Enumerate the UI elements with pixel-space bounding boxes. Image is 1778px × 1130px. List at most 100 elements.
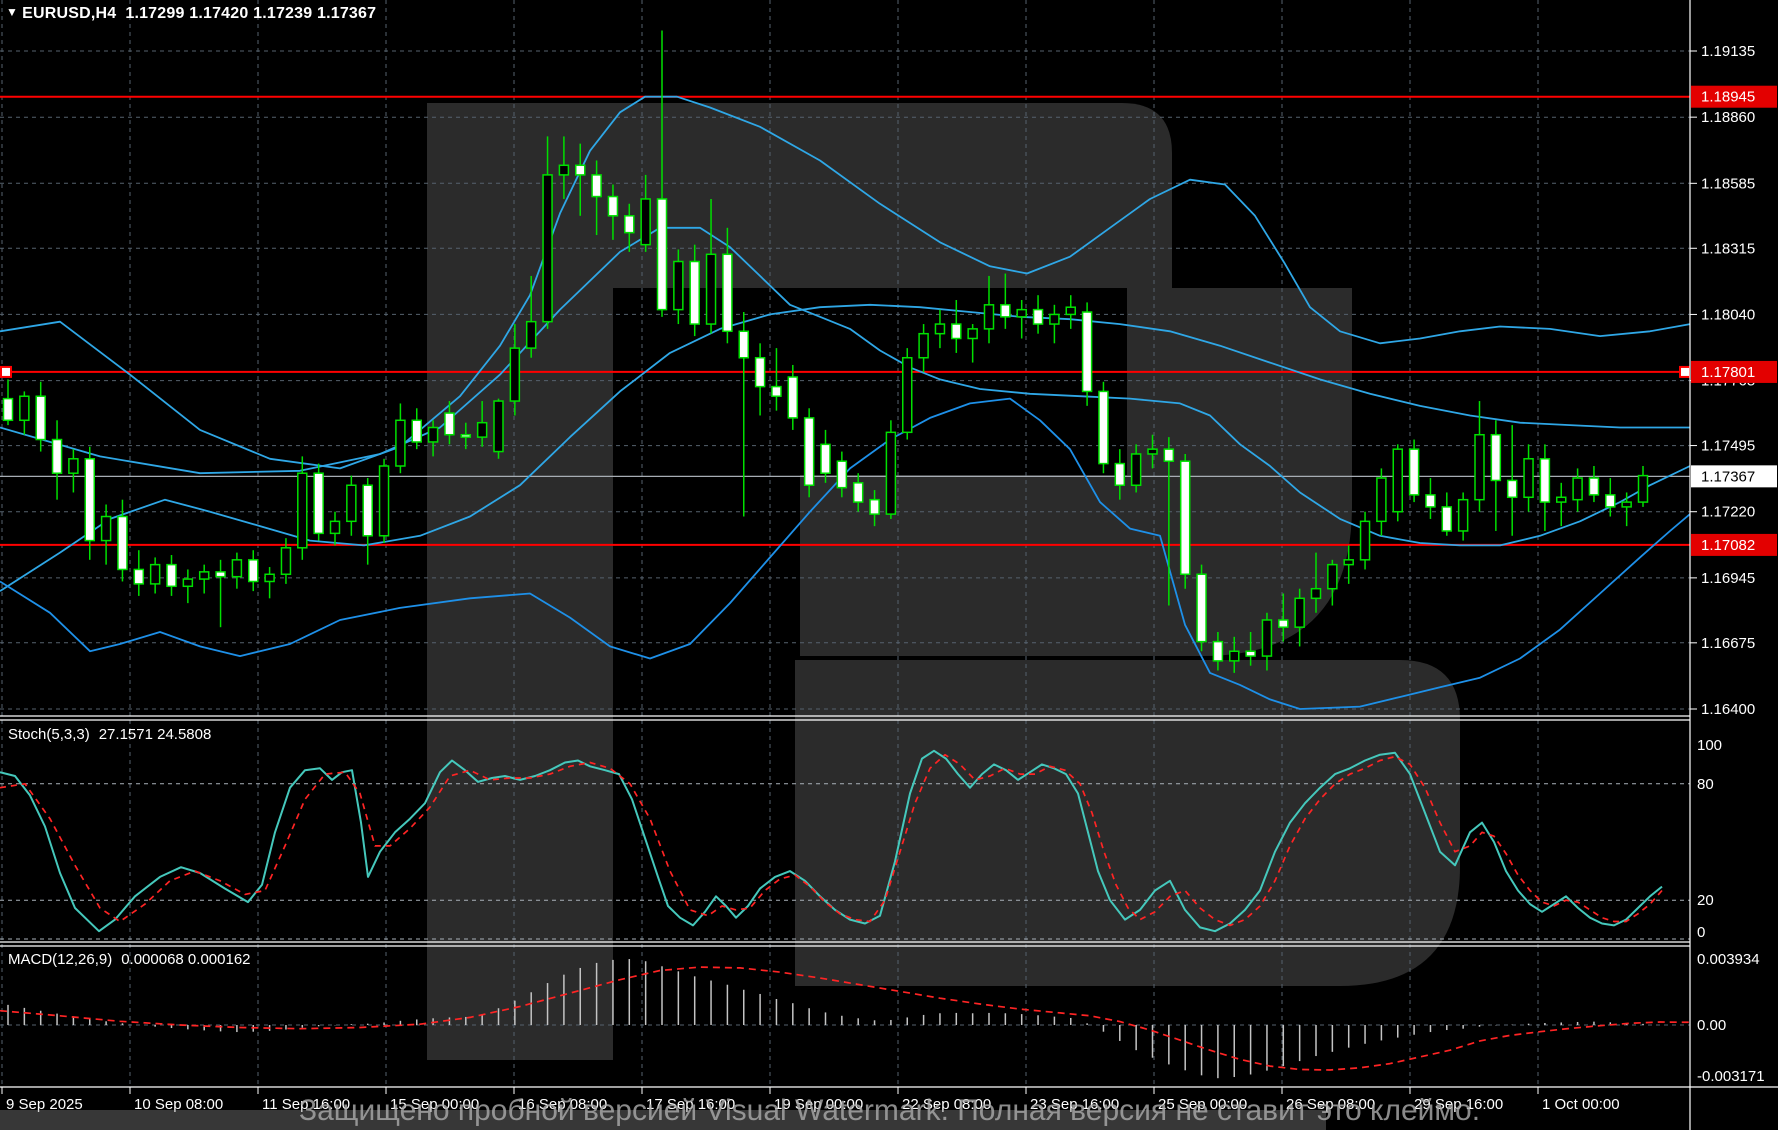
candle-body (1361, 521, 1370, 559)
stoch-indicator-label: Stoch(5,3,3)27.1571 24.5808 (8, 726, 211, 743)
candle-body (1312, 589, 1321, 599)
macd-axis-label: -0.003171 (1697, 1068, 1765, 1085)
candle-body (1164, 449, 1173, 461)
stoch-axis-label: 20 (1697, 892, 1714, 909)
candle-body (36, 396, 45, 439)
candle-body (53, 440, 62, 474)
candle-body (1540, 459, 1549, 502)
candle-body (772, 387, 781, 397)
chart-canvas[interactable]: 1.191351.188601.185851.183151.180401.177… (0, 0, 1778, 1130)
line-handle-left[interactable] (1, 367, 11, 377)
candle (380, 459, 389, 543)
candle-body (1639, 476, 1648, 502)
candle-body (1001, 305, 1010, 317)
line-handle-right[interactable] (1680, 367, 1690, 377)
candle-body (641, 199, 650, 245)
macd-name: MACD(12,26,9) (8, 951, 112, 968)
candle-body (1442, 507, 1451, 531)
candle-body (200, 572, 209, 579)
candle-body (134, 569, 143, 583)
candle-body (1377, 478, 1386, 521)
candle-body (478, 423, 487, 437)
candle-body (1459, 500, 1468, 531)
candle-body (690, 262, 699, 325)
candle-body (69, 459, 78, 473)
candle-body (396, 420, 405, 466)
candle (886, 420, 895, 519)
candle-body (1181, 461, 1190, 574)
ohlc-quote: 1.17299 1.17420 1.17239 1.17367 (125, 5, 376, 22)
price-tick-label: 1.17495 (1701, 438, 1755, 455)
stoch-axis-label: 100 (1697, 737, 1722, 754)
candle-body (363, 485, 372, 536)
watermark-bowl-column (1127, 288, 1352, 656)
candle (903, 348, 912, 439)
candle-body (1034, 310, 1043, 324)
candle-body (265, 574, 274, 581)
candle-body (1491, 435, 1500, 481)
candle-body (1099, 391, 1108, 463)
candle-body (1344, 560, 1353, 565)
candle-body (707, 254, 716, 324)
candle-body (1393, 449, 1402, 512)
macd-indicator-label: MACD(12,26,9) 0.000068 0.000162 (8, 951, 251, 968)
symbol-dropdown-icon: ▼ (6, 5, 18, 19)
candle-body (592, 175, 601, 197)
price-tick-label: 1.17220 (1701, 504, 1755, 521)
candle-body (314, 473, 323, 533)
candle (1099, 382, 1108, 473)
candle-body (167, 565, 176, 587)
candle-body (249, 560, 258, 582)
candle-body (281, 548, 290, 574)
candle-body (1410, 449, 1419, 495)
price-tick-label: 1.18860 (1701, 109, 1755, 126)
candle-body (1017, 310, 1026, 317)
stoch-name: Stoch(5,3,3) (8, 726, 90, 743)
candle-body (1132, 454, 1141, 485)
candle-body (118, 517, 127, 570)
candle-body (510, 348, 519, 401)
candle-body (1328, 565, 1337, 589)
candle-body (788, 377, 797, 418)
candle-body (1279, 620, 1288, 627)
candle-body (1606, 495, 1615, 507)
candle-body (658, 199, 667, 310)
candle-body (1426, 495, 1435, 507)
candle-body (1524, 459, 1533, 497)
candle-body (1295, 598, 1304, 627)
macd-axis-label: 0.003934 (1697, 951, 1760, 968)
candle-body (1508, 480, 1517, 497)
candle (1410, 440, 1419, 503)
candle-body (952, 324, 961, 338)
candle-body (1230, 651, 1239, 661)
candle (1197, 565, 1206, 652)
macd-values: 0.000068 0.000162 (121, 951, 250, 968)
candle-body (821, 444, 830, 473)
price-tick-label: 1.18585 (1701, 175, 1755, 192)
candle-body (445, 413, 454, 435)
price-badge-label: 1.17367 (1701, 468, 1755, 485)
candle-body (968, 329, 977, 339)
candle (1083, 302, 1092, 405)
mt4-chart-window: 1.191351.188601.185851.183151.180401.177… (0, 0, 1778, 1130)
candle-body (1475, 435, 1484, 500)
candle-body (608, 197, 617, 216)
candle-body (1197, 574, 1206, 641)
watermark-text: Защищено пробной версией Visual Watermar… (299, 1094, 1480, 1128)
candle-body (837, 461, 846, 487)
candle-body (805, 418, 814, 485)
candle (805, 408, 814, 497)
candle-body (1589, 478, 1598, 495)
time-tick-label: 1 Oct 00:00 (1542, 1096, 1620, 1113)
stoch-axis-label: 80 (1697, 776, 1714, 793)
candle-body (183, 579, 192, 586)
candle (314, 464, 323, 541)
price-badge-label: 1.18945 (1701, 89, 1755, 106)
candle (1393, 444, 1402, 521)
candle-body (380, 466, 389, 536)
candle-body (527, 322, 536, 348)
candle-body (151, 565, 160, 584)
candle-body (903, 358, 912, 433)
price-badge-label: 1.17801 (1701, 364, 1755, 381)
candle-body (102, 517, 111, 541)
